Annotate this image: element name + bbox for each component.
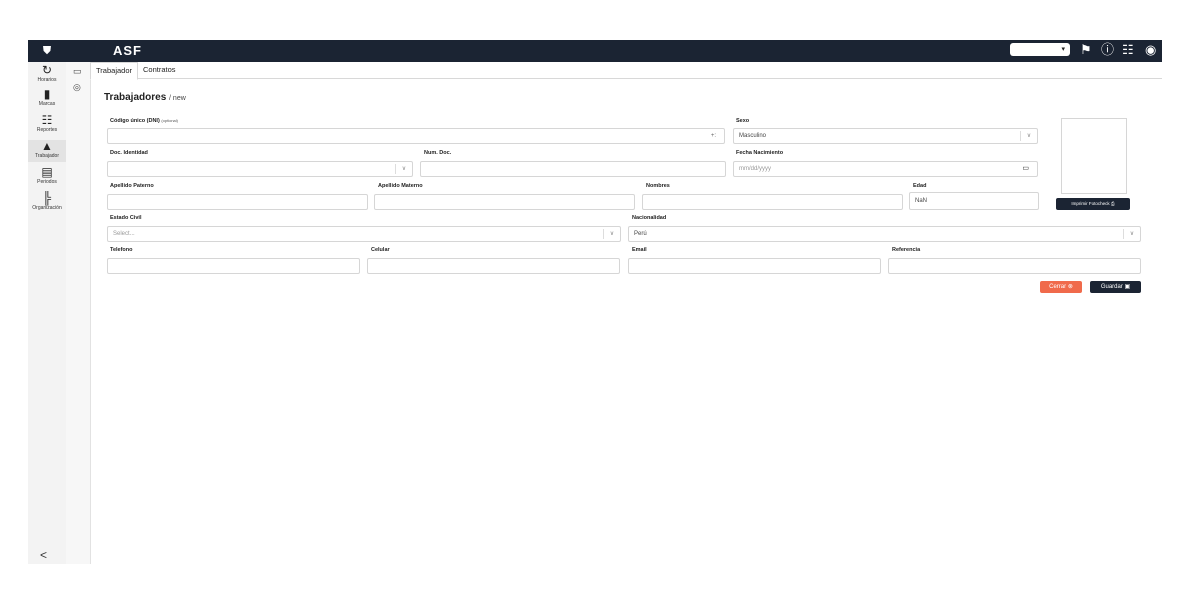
collapse-sidebar-button[interactable]: < — [40, 548, 47, 562]
chevron-down-icon: ∨ — [395, 164, 412, 174]
referencia-label: Referencia — [892, 247, 921, 253]
apellido-paterno-input[interactable] — [107, 194, 368, 210]
dni-input[interactable]: +: — [107, 128, 725, 144]
estado-civil-label: Estado Civil — [110, 215, 142, 221]
info-icon[interactable]: ⓘ — [1101, 41, 1114, 59]
fecha-nacimiento-input[interactable]: mm/dd/yyyy ▭ — [733, 161, 1038, 177]
sidebar-item-label: Marcas — [38, 101, 56, 107]
apellido-paterno-label: Apellido Paterno — [110, 183, 154, 189]
apellido-materno-input[interactable] — [374, 194, 635, 210]
printer-icon: ⎙ — [1110, 201, 1115, 206]
chevron-down-icon: ∨ — [603, 229, 620, 239]
guardar-button[interactable]: Guardar ▣ — [1090, 281, 1141, 293]
sidebar-item-periodos[interactable]: ▤ Periodos — [28, 166, 66, 188]
sexo-label: Sexo — [736, 118, 750, 124]
sidebar-item-horarios[interactable]: ↻ Horarios — [28, 64, 66, 84]
org-chart-icon: ╠ — [42, 191, 52, 205]
apellido-materno-label: Apellido Materno — [378, 183, 423, 189]
nacionalidad-select[interactable]: Perú ∨ — [628, 226, 1141, 242]
id-card-icon[interactable]: ▭ — [73, 66, 82, 77]
email-input[interactable] — [628, 258, 881, 274]
save-icon: ▣ — [1124, 284, 1131, 290]
brand-logo: ASF — [113, 43, 142, 58]
dni-label: Código único (DNI) (optional) — [110, 118, 178, 124]
optional-tag: (optional) — [161, 118, 179, 123]
guardar-label: Guardar — [1100, 284, 1123, 290]
print-fotocheck-button[interactable]: Imprimir Fotocheck ⎙ — [1056, 198, 1130, 210]
celular-label: Celular — [371, 247, 390, 253]
email-label: Email — [632, 247, 647, 253]
edad-value: NaN — [915, 198, 928, 204]
fecha-placeholder: mm/dd/yyyy — [739, 166, 772, 172]
clock-plus-icon: ↻ — [41, 63, 53, 77]
estado-civil-placeholder: Select... — [113, 231, 135, 237]
sidebar-item-label: Trabajador — [35, 153, 59, 159]
telefono-input[interactable] — [107, 258, 360, 274]
user-account-icon[interactable]: ◉ — [1145, 41, 1156, 59]
top-bar — [66, 40, 1162, 62]
sexo-value: Masculino — [739, 133, 767, 139]
sidebar-item-reportes[interactable]: ☷ Reportes — [28, 114, 66, 136]
celular-input[interactable] — [367, 258, 620, 274]
page-title-text: Trabajadores — [104, 92, 167, 103]
sidebar-item-label: Horarios — [37, 77, 57, 83]
sidebar-item-label: Organización — [32, 205, 62, 211]
referencia-input[interactable] — [888, 258, 1141, 274]
person-icon: ▲ — [41, 139, 53, 153]
nombres-input[interactable] — [642, 194, 903, 210]
num-doc-label: Num. Doc. — [424, 150, 452, 156]
sidebar-item-marcas[interactable]: ▮ Marcas — [28, 88, 66, 110]
tab-bar — [90, 62, 1162, 79]
shield-small-icon[interactable]: ◎ — [73, 82, 81, 93]
chevron-down-icon: ∨ — [1123, 229, 1140, 239]
num-doc-input[interactable] — [420, 161, 726, 177]
cerrar-label: Cerrar — [1049, 284, 1067, 290]
chevron-down-icon: ∨ — [1020, 131, 1037, 141]
company-select[interactable]: ▾ — [1010, 43, 1070, 56]
sidebar-item-label: Reportes — [36, 127, 58, 133]
page-title: Trabajadores / new — [104, 92, 186, 103]
edad-input[interactable]: NaN — [909, 192, 1039, 210]
page-subtitle: / new — [169, 95, 186, 102]
shield-icon: ⛊ — [42, 44, 52, 57]
edad-label: Edad — [913, 183, 927, 189]
sidebar-item-organizacion[interactable]: ╠ Organización — [28, 192, 66, 214]
doc-identidad-label: Doc. Identidad — [110, 150, 148, 156]
bell-icon[interactable]: ⚑ — [1080, 41, 1092, 59]
tab-trabajador[interactable]: Trabajador — [90, 62, 138, 80]
app-logo-badge[interactable]: ⛊ — [28, 40, 66, 62]
calendar-icon: ▤ — [41, 165, 53, 179]
cerrar-button[interactable]: Cerrar ⊗ — [1040, 281, 1082, 293]
sexo-select[interactable]: Masculino ∨ — [733, 128, 1038, 144]
bookmark-icon: ▮ — [43, 87, 51, 101]
nacionalidad-label: Nacionalidad — [632, 215, 667, 221]
close-circle-icon: ⊗ — [1067, 284, 1073, 290]
calendar-picker-icon[interactable]: ▭ — [1022, 162, 1029, 176]
doc-identidad-select[interactable]: ∨ — [107, 161, 413, 177]
caret-down-icon: ▾ — [1061, 46, 1065, 53]
sidebar-item-trabajador[interactable]: ▲ Trabajador — [28, 140, 66, 162]
generate-icon[interactable]: +: — [711, 129, 716, 143]
apps-grid-icon[interactable]: ☷ — [1122, 41, 1134, 59]
secondary-rail: ▭ ◎ — [66, 62, 91, 564]
tab-contratos[interactable]: Contratos — [138, 62, 181, 78]
telefono-label: Telefono — [110, 247, 133, 253]
print-fotocheck-label: Imprimir Fotocheck — [1071, 201, 1110, 206]
clipboard-icon: ☷ — [41, 113, 53, 127]
nombres-label: Nombres — [646, 183, 670, 189]
photo-placeholder[interactable] — [1061, 118, 1127, 194]
nacionalidad-value: Perú — [634, 231, 647, 237]
dni-label-text: Código único (DNI) — [110, 118, 160, 124]
sidebar-item-label: Periodos — [37, 179, 57, 185]
fecha-nacimiento-label: Fecha Nacimiento — [736, 150, 784, 156]
estado-civil-select[interactable]: Select... ∨ — [107, 226, 621, 242]
